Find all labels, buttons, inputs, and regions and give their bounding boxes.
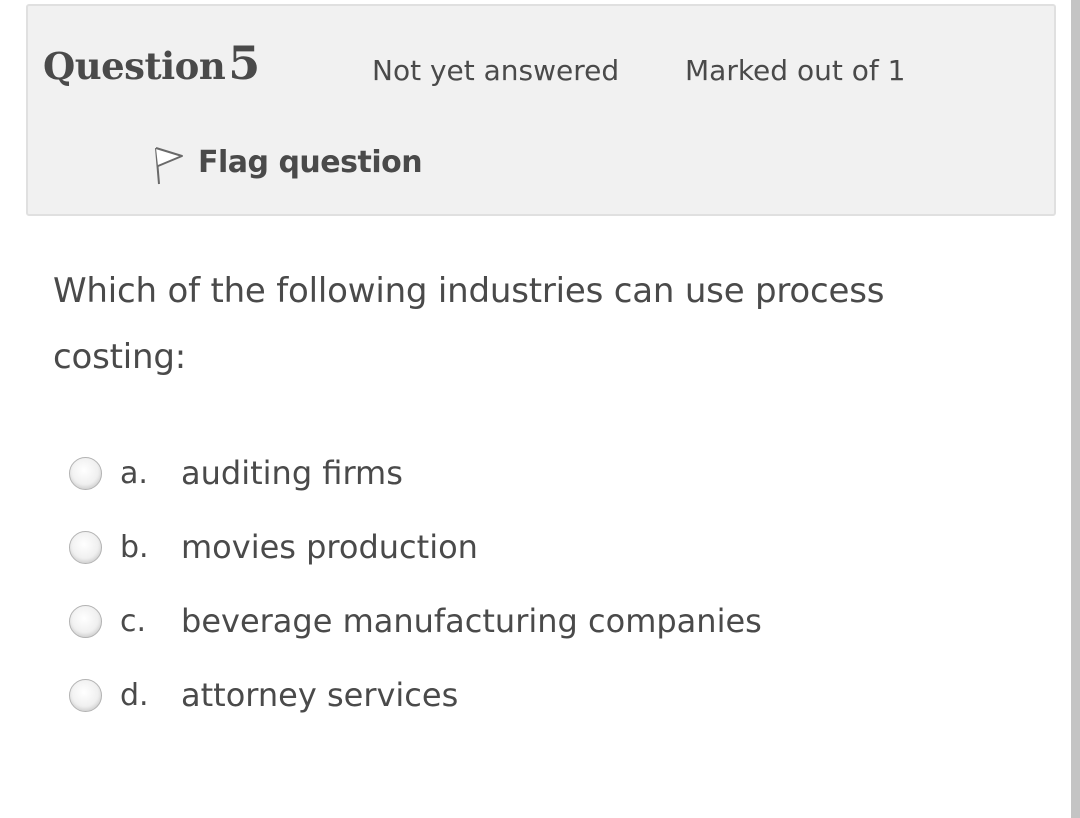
answer-option-b[interactable]: b. movies production xyxy=(69,510,478,584)
radio-button[interactable] xyxy=(69,604,102,638)
flag-outline-icon xyxy=(155,147,183,185)
option-letter: c. xyxy=(120,603,147,639)
option-text[interactable]: auditing firms xyxy=(181,454,403,492)
quiz-page: Question5 Not yet answered Marked out of… xyxy=(0,0,1080,818)
question-word: Question xyxy=(43,44,226,88)
radio-button[interactable] xyxy=(69,530,102,564)
answer-options: a. auditing firms b. movies production c… xyxy=(69,436,762,732)
answer-option-a[interactable]: a. auditing firms xyxy=(69,436,403,510)
option-letter: d. xyxy=(120,677,149,713)
option-letter: a. xyxy=(120,455,148,491)
option-text[interactable]: attorney services xyxy=(181,676,458,714)
question-text: Which of the following industries can us… xyxy=(53,258,953,390)
option-text[interactable]: beverage manufacturing companies xyxy=(181,602,762,640)
question-info-panel: Question5 Not yet answered Marked out of… xyxy=(26,4,1056,216)
answer-option-d[interactable]: d. attorney services xyxy=(69,658,458,732)
question-number: 5 xyxy=(228,36,260,90)
option-letter: b. xyxy=(120,529,149,565)
scrollbar[interactable] xyxy=(1071,0,1080,818)
radio-button[interactable] xyxy=(69,678,102,712)
question-title: Question5 xyxy=(43,36,260,90)
radio-button[interactable] xyxy=(69,456,102,490)
question-text-line: costing: xyxy=(53,337,186,377)
flag-question-button[interactable]: Flag question xyxy=(148,136,423,188)
question-state: Not yet answered xyxy=(372,54,620,87)
question-text-line: Which of the following industries can us… xyxy=(53,271,885,311)
flag-question-label: Flag question xyxy=(198,144,423,180)
answer-option-c[interactable]: c. beverage manufacturing companies xyxy=(69,584,762,658)
question-grade: Marked out of 1 xyxy=(685,54,906,87)
option-text[interactable]: movies production xyxy=(181,528,478,566)
